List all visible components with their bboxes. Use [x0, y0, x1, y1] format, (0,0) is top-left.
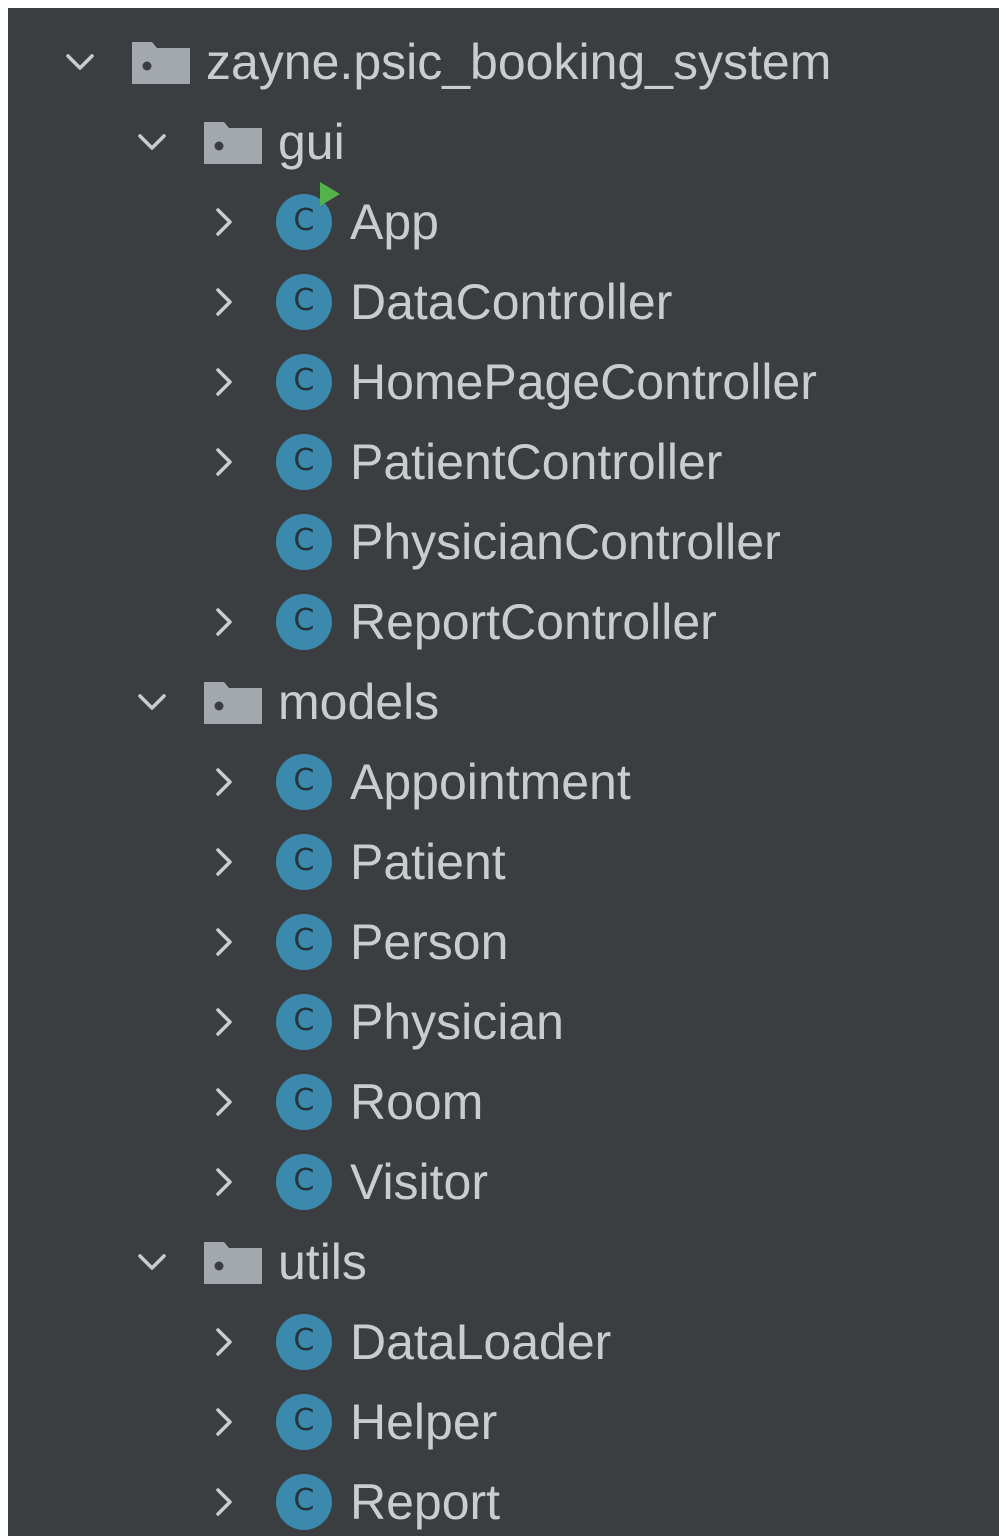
class-icon: C	[276, 1394, 332, 1450]
class-icon-glyph: C	[293, 603, 315, 638]
class-icon-glyph: C	[293, 923, 315, 958]
class-icon-glyph: C	[293, 1323, 315, 1358]
class-icon-glyph: C	[293, 363, 315, 398]
package-folder-icon	[132, 40, 190, 84]
tree-node-label: ReportController	[350, 594, 717, 650]
class-icon: C	[276, 514, 332, 570]
class-icon-glyph: C	[293, 843, 315, 878]
chevron-right-icon[interactable]	[204, 282, 244, 322]
tree-node-class-Room[interactable]: C Room	[8, 1062, 999, 1142]
tree-node-class-ReportController[interactable]: C ReportController	[8, 582, 999, 662]
project-tool-window: zayne.psic_booking_systemgui C App C DataCon…	[8, 8, 999, 1536]
tree-node-label: Patient	[350, 834, 506, 890]
class-icon: C	[276, 354, 332, 410]
tree-node-class-DataLoader[interactable]: C DataLoader	[8, 1302, 999, 1382]
tree-node-class-Physician[interactable]: C Physician	[8, 982, 999, 1062]
chevron-right-icon[interactable]	[204, 762, 244, 802]
tree-node-class-Report[interactable]: C Report	[8, 1462, 999, 1536]
chevron-right-icon[interactable]	[204, 922, 244, 962]
project-tree: zayne.psic_booking_systemgui C App C DataCon…	[8, 22, 999, 1536]
chevron-right-icon[interactable]	[204, 842, 244, 882]
class-icon-glyph: C	[293, 523, 315, 558]
tree-node-class-DataController[interactable]: C DataController	[8, 262, 999, 342]
chevron-down-icon[interactable]	[132, 682, 172, 722]
tree-node-label: gui	[278, 114, 345, 170]
tree-node-class-Appointment[interactable]: C Appointment	[8, 742, 999, 822]
package-folder-icon	[204, 1240, 262, 1284]
tree-node-package-models[interactable]: models	[8, 662, 999, 742]
chevron-right-icon[interactable]	[204, 442, 244, 482]
chevron-right-icon[interactable]	[204, 1162, 244, 1202]
tree-node-label: HomePageController	[350, 354, 817, 410]
chevron-right-icon[interactable]	[204, 202, 244, 242]
class-icon: C	[276, 994, 332, 1050]
tree-node-root-package[interactable]: zayne.psic_booking_system	[8, 22, 999, 102]
chevron-right-icon[interactable]	[204, 1002, 244, 1042]
class-icon: C	[276, 1154, 332, 1210]
tree-node-class-Patient[interactable]: C Patient	[8, 822, 999, 902]
chevron-right-icon[interactable]	[204, 602, 244, 642]
chevron-down-icon[interactable]	[132, 122, 172, 162]
chevron-right-icon[interactable]	[204, 362, 244, 402]
class-icon: C	[276, 1314, 332, 1370]
class-icon-glyph: C	[293, 1403, 315, 1438]
chevron-down-icon[interactable]	[132, 1242, 172, 1282]
class-icon: C	[276, 754, 332, 810]
class-icon: C	[276, 594, 332, 650]
tree-node-label: App	[350, 194, 439, 250]
class-icon: C	[276, 1074, 332, 1130]
tree-node-class-Helper[interactable]: C Helper	[8, 1382, 999, 1462]
tree-node-label: utils	[278, 1234, 367, 1290]
tree-node-label: PhysicianController	[350, 514, 781, 570]
tree-node-label: models	[278, 674, 440, 730]
tree-node-class-HomePageController[interactable]: C HomePageController	[8, 342, 999, 422]
tree-node-class-PatientController[interactable]: C PatientController	[8, 422, 999, 502]
tree-node-class-Person[interactable]: C Person	[8, 902, 999, 982]
class-icon: C	[276, 182, 340, 250]
tree-node-label: Helper	[350, 1394, 498, 1450]
tree-node-label: DataController	[350, 274, 673, 330]
tree-node-label: DataLoader	[350, 1314, 612, 1370]
class-icon-glyph: C	[293, 763, 315, 798]
class-icon-glyph: C	[293, 1003, 315, 1038]
tree-node-class-PhysicianController[interactable]: C PhysicianController	[8, 502, 999, 582]
tree-node-label: Report	[350, 1474, 501, 1530]
tree-node-label: PatientController	[350, 434, 723, 490]
class-icon-glyph: C	[293, 1483, 315, 1518]
tree-node-label: Visitor	[350, 1154, 489, 1210]
class-icon: C	[276, 1474, 332, 1530]
tree-node-package-gui[interactable]: gui	[8, 102, 999, 182]
class-icon-glyph: C	[293, 1163, 315, 1198]
chevron-right-icon[interactable]	[204, 1082, 244, 1122]
chevron-right-icon[interactable]	[204, 1482, 244, 1522]
class-icon-glyph: C	[293, 443, 315, 478]
run-marker-icon	[320, 182, 340, 206]
class-icon-glyph: C	[293, 203, 315, 238]
tree-node-label: Physician	[350, 994, 564, 1050]
class-icon: C	[276, 274, 332, 330]
class-icon-glyph: C	[293, 1083, 315, 1118]
tree-node-label: Person	[350, 914, 509, 970]
package-folder-icon	[204, 120, 262, 164]
tree-node-class-App[interactable]: C App	[8, 182, 999, 262]
class-icon: C	[276, 914, 332, 970]
package-folder-icon	[204, 680, 262, 724]
tree-node-label: zayne.psic_booking_system	[206, 34, 832, 90]
tree-node-label: Appointment	[350, 754, 631, 810]
chevron-right-icon[interactable]	[204, 1322, 244, 1362]
chevron-down-icon[interactable]	[60, 42, 100, 82]
class-icon: C	[276, 834, 332, 890]
tree-node-label: Room	[350, 1074, 484, 1130]
tree-node-class-Visitor[interactable]: C Visitor	[8, 1142, 999, 1222]
class-icon: C	[276, 434, 332, 490]
class-icon-glyph: C	[293, 283, 315, 318]
tree-node-package-utils[interactable]: utils	[8, 1222, 999, 1302]
chevron-right-icon[interactable]	[204, 1402, 244, 1442]
